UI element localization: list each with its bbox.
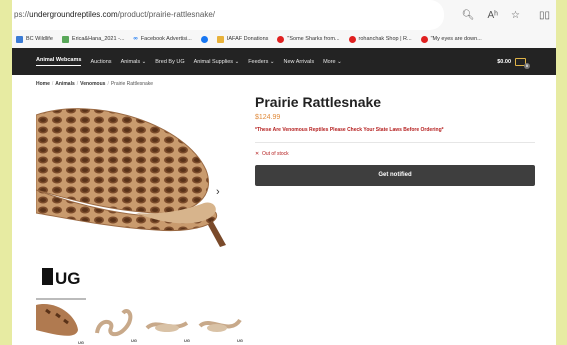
bookmark-label: "Some Sharks from... bbox=[287, 36, 340, 42]
favorite-star-icon[interactable]: ☆ bbox=[511, 10, 520, 21]
cart-icon: 0 bbox=[515, 57, 530, 69]
rattlesnake-photo: UG bbox=[36, 95, 236, 295]
breadcrumb-separator: / bbox=[76, 81, 79, 87]
bookmarks-bar: BC Wildlife Erica&Hana_2021 -... ∞ Faceb… bbox=[12, 30, 556, 49]
nav-label: Animal Supplies bbox=[193, 58, 234, 65]
nav-more[interactable]: More ⌄ bbox=[323, 59, 342, 65]
chevron-down-icon: ⌄ bbox=[337, 58, 342, 65]
youtube-icon bbox=[348, 35, 356, 43]
bookmark-label: Facebook Advertisi... bbox=[140, 36, 192, 42]
breadcrumb-venomous[interactable]: Venomous bbox=[80, 81, 105, 87]
address-bar: ps://undergroundreptiles.com/product/pra… bbox=[12, 0, 556, 30]
close-icon: ✕ bbox=[255, 151, 260, 157]
bookmark-label: "My eyes are down... bbox=[430, 36, 482, 42]
divider bbox=[255, 142, 535, 143]
site-nav: Animal Webcams Auctions Animals ⌄ Bred B… bbox=[12, 48, 556, 75]
breadcrumb-current: Prairie Rattlesnake bbox=[110, 81, 154, 87]
url-host: undergroundreptiles.com bbox=[29, 10, 118, 19]
thumbnail-3[interactable]: UG bbox=[142, 298, 192, 345]
bookmark-label: rohanchak Shop | R... bbox=[358, 36, 412, 42]
bookmark-label: BC Wildlife bbox=[26, 36, 53, 42]
bc-wildlife-icon bbox=[16, 35, 23, 43]
youtube-icon bbox=[420, 35, 428, 43]
thumbnail-1[interactable]: UG bbox=[36, 298, 86, 345]
bookmark-iafaf-donations[interactable]: IAFAF Donations bbox=[216, 35, 269, 43]
meta-icon: ∞ bbox=[133, 36, 138, 42]
bookmark-facebook[interactable] bbox=[200, 35, 208, 43]
chevron-down-icon: ⌄ bbox=[269, 58, 275, 65]
breadcrumb: Home / Animals / Venomous / Prairie Rattlesnak… bbox=[36, 81, 153, 87]
cart-count: 0 bbox=[524, 62, 530, 69]
stock-status-text: Out of stock bbox=[261, 151, 289, 157]
folder-icon bbox=[216, 35, 224, 43]
product-main-image[interactable]: UG bbox=[36, 95, 236, 295]
nav-label: Feeders bbox=[248, 58, 269, 65]
nav-auctions[interactable]: Auctions bbox=[90, 59, 111, 65]
thumbnail-image bbox=[36, 304, 78, 336]
get-notified-button[interactable]: Get notified bbox=[255, 165, 535, 186]
youtube-icon bbox=[277, 35, 285, 43]
url-prefix: ps:// bbox=[14, 10, 30, 19]
nav-new-arrivals[interactable]: New Arrivals bbox=[284, 59, 315, 65]
url-path: /product/prairie-rattlesnake/ bbox=[117, 10, 216, 19]
breadcrumb-home[interactable]: Home bbox=[36, 81, 50, 87]
chevron-down-icon: ⌄ bbox=[141, 58, 147, 65]
thumbnail-watermark: UG bbox=[78, 340, 84, 345]
nav-feeders[interactable]: Feeders ⌄ bbox=[248, 59, 274, 65]
bookmark-rohanchak-shop[interactable]: rohanchak Shop | R... bbox=[348, 35, 412, 43]
nav-animal-webcams[interactable]: Animal Webcams bbox=[36, 57, 82, 66]
nav-animal-supplies[interactable]: Animal Supplies ⌄ bbox=[194, 59, 240, 65]
facebook-icon bbox=[200, 35, 208, 43]
nav-label: More bbox=[323, 58, 336, 65]
cart-total: $0.00 bbox=[497, 58, 511, 65]
bookmark-label: IAFAF Donations bbox=[226, 36, 269, 42]
thumbnail-4[interactable]: UG bbox=[195, 298, 245, 345]
read-aloud-icon[interactable]: Aʰ bbox=[488, 10, 499, 21]
stock-status: ✕ Out of stock bbox=[255, 151, 289, 157]
breadcrumb-separator: / bbox=[107, 81, 109, 87]
ug-watermark: UG bbox=[55, 269, 81, 288]
chevron-down-icon: ⌄ bbox=[234, 58, 240, 65]
thumbnail-2[interactable]: UG bbox=[89, 298, 139, 345]
product-price: $124.99 bbox=[255, 114, 281, 121]
bookmark-my-eyes[interactable]: "My eyes are down... bbox=[420, 35, 482, 43]
bookmark-erica-hana[interactable]: Erica&Hana_2021 -... bbox=[61, 35, 125, 43]
breadcrumb-separator: / bbox=[51, 81, 54, 87]
bookmark-bc-wildlife[interactable]: BC Wildlife bbox=[16, 35, 53, 43]
zoom-icon[interactable]: 🔍︎ bbox=[462, 10, 475, 21]
cart-link[interactable]: $0.00 0 bbox=[497, 48, 530, 75]
browser-window: ps://undergroundreptiles.com/product/pra… bbox=[12, 0, 556, 345]
breadcrumb-animals[interactable]: Animals bbox=[55, 81, 74, 87]
bookmark-label: Erica&Hana_2021 -... bbox=[71, 36, 125, 42]
thumbnail-watermark: UG bbox=[131, 338, 137, 343]
split-screen-icon[interactable]: ▯▯ bbox=[539, 10, 550, 21]
gallery-next-arrow[interactable]: › bbox=[216, 186, 220, 198]
folder-leaf-icon bbox=[61, 35, 69, 43]
product-title: Prairie Rattlesnake bbox=[255, 94, 382, 110]
venomous-warning: *These Are Venomous Reptiles Please Chec… bbox=[255, 127, 444, 133]
nav-bred-by-ug[interactable]: Bred By UG bbox=[155, 59, 184, 65]
address-bar-actions: 🔍︎ Aʰ ☆ ▯▯ bbox=[462, 0, 550, 30]
thumbnail-watermark: UG bbox=[237, 338, 243, 343]
nav-label: Animals bbox=[120, 58, 141, 65]
bookmark-some-sharks[interactable]: "Some Sharks from... bbox=[277, 35, 340, 43]
nav-animals[interactable]: Animals ⌄ bbox=[121, 59, 147, 65]
product-thumbnails: UG UG UG UG bbox=[36, 298, 248, 345]
bookmark-facebook-advertising[interactable]: ∞ Facebook Advertisi... bbox=[134, 36, 192, 42]
thumbnail-watermark: UG bbox=[184, 338, 190, 343]
url-field[interactable]: ps://undergroundreptiles.com/product/pra… bbox=[12, 0, 444, 30]
